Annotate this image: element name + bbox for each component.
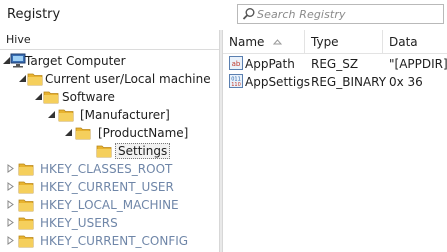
tree-node-software[interactable]: Software <box>0 88 219 106</box>
column-header-label: Data <box>389 35 418 49</box>
tree-node-label: [Manufacturer] <box>80 108 170 122</box>
tree-node-hkcr[interactable]: HKEY_CLASSES_ROOT <box>0 160 219 178</box>
table-row[interactable]: ab AppPath REG_SZ "[APPDIR]" <box>223 55 447 73</box>
folder-icon <box>43 91 59 104</box>
collapsed-arrow-icon[interactable] <box>6 236 15 245</box>
svg-text:110: 110 <box>231 82 241 88</box>
tree-node-label: HKEY_CURRENT_CONFIG <box>40 234 189 248</box>
title-bar: Registry Search Registry <box>0 0 447 31</box>
column-header-type[interactable]: Type <box>305 30 383 54</box>
page-title: Registry <box>7 7 61 22</box>
collapsed-arrow-icon[interactable] <box>6 200 15 209</box>
collapsed-arrow-icon[interactable] <box>6 218 15 227</box>
hive-header-label: Hive <box>6 33 31 46</box>
folder-icon <box>18 199 34 212</box>
folder-icon <box>18 235 34 248</box>
tree-node-label: Current user/Local machine <box>45 72 211 86</box>
hive-tree-pane: Hive Target Computer Current user/Local … <box>0 30 219 252</box>
tree-node-manufacturer[interactable]: [Manufacturer] <box>0 106 219 124</box>
svg-text:ab: ab <box>232 60 241 68</box>
binary-value-icon: 011 110 <box>229 74 243 88</box>
expanded-arrow-icon[interactable] <box>47 110 56 119</box>
value-data: 0x 36 <box>389 75 423 89</box>
tree-node-hkcu[interactable]: HKEY_CURRENT_USER <box>0 178 219 196</box>
values-pane: Name Type Data ab AppPath REG_SZ "[APPDI… <box>223 30 447 252</box>
tree-node-hklm[interactable]: HKEY_LOCAL_MACHINE <box>0 196 219 214</box>
folder-icon <box>58 109 74 122</box>
folder-icon <box>18 217 34 230</box>
tree-node-hkcc[interactable]: HKEY_CURRENT_CONFIG <box>0 232 219 250</box>
string-value-icon: ab <box>229 56 243 70</box>
tree-node-label: HKEY_USERS <box>40 216 118 230</box>
tree-node-label: HKEY_LOCAL_MACHINE <box>40 198 179 212</box>
folder-icon <box>18 181 34 194</box>
tree-node-settings[interactable]: Settings <box>0 142 219 160</box>
table-row[interactable]: 011 110 AppSettigs REG_BINARY 0x 36 <box>223 73 447 91</box>
column-header-label: Name <box>229 35 265 49</box>
collapsed-arrow-icon[interactable] <box>6 182 15 191</box>
tree-node-label: Target Computer <box>25 54 126 68</box>
folder-icon <box>96 145 112 158</box>
search-placeholder: Search Registry <box>257 8 346 21</box>
tree-node-target-computer[interactable]: Target Computer <box>0 52 219 70</box>
search-input[interactable]: Search Registry <box>237 4 444 24</box>
tree-node-label: HKEY_CLASSES_ROOT <box>40 162 173 176</box>
tree-node-label-selected: Settings <box>115 143 171 159</box>
expanded-arrow-icon[interactable] <box>18 74 27 83</box>
value-name: AppPath <box>245 57 295 71</box>
sort-ascending-icon <box>273 39 282 45</box>
folder-icon <box>18 163 34 176</box>
value-type: REG_SZ <box>311 57 359 71</box>
tree-node-label: Software <box>62 90 115 104</box>
folder-icon <box>27 73 43 86</box>
column-header-data[interactable]: Data <box>383 30 447 54</box>
collapsed-arrow-icon[interactable] <box>6 164 15 173</box>
column-header-label: Type <box>311 35 339 49</box>
expanded-arrow-icon[interactable] <box>34 92 43 101</box>
tree-node-current-user[interactable]: Current user/Local machine <box>0 70 219 88</box>
search-icon <box>242 8 255 20</box>
value-data: "[APPDIR]" <box>389 57 447 71</box>
column-header-name[interactable]: Name <box>223 30 305 54</box>
folder-icon <box>75 127 91 140</box>
tree-node-label: [ProductName] <box>98 126 189 140</box>
value-type: REG_BINARY <box>311 75 387 89</box>
expanded-arrow-icon[interactable] <box>64 128 73 137</box>
value-name: AppSettigs <box>245 75 311 89</box>
tree-node-hku[interactable]: HKEY_USERS <box>0 214 219 232</box>
hive-column-header[interactable]: Hive <box>0 30 219 50</box>
tree-node-product-name[interactable]: [ProductName] <box>0 124 219 142</box>
tree-node-label: HKEY_CURRENT_USER <box>40 180 174 194</box>
